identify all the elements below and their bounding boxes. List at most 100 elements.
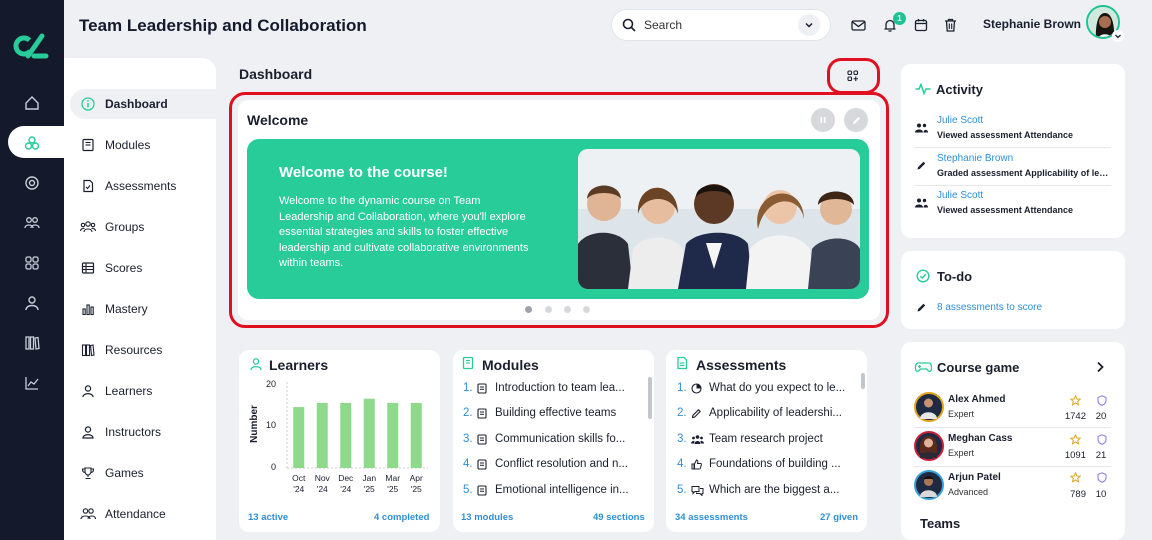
modules-scrollbar[interactable]	[648, 377, 652, 419]
module-item[interactable]: 5. Emotional intelligence in...	[463, 484, 629, 496]
bar-apr-25[interactable]	[410, 402, 422, 468]
subnav-item-modules[interactable]: Modules	[70, 130, 216, 160]
customize-widgets-button[interactable]	[836, 64, 870, 88]
activity-user[interactable]: Julie Scott	[937, 115, 983, 126]
subnav-item-groups[interactable]: Groups	[70, 212, 216, 242]
learners-completed-link[interactable]: 4 completed	[374, 512, 429, 523]
mail-icon[interactable]	[849, 16, 867, 34]
carousel-dot-1[interactable]	[525, 306, 532, 313]
module-title: Introduction to team lea...	[495, 382, 625, 394]
modules-count-link[interactable]: 13 modules	[461, 512, 513, 523]
gamepad-icon	[915, 362, 932, 373]
player-name[interactable]: Meghan Cass	[948, 433, 1012, 444]
subnav-item-dashboard[interactable]: Dashboard	[70, 89, 216, 119]
bar-dec-24[interactable]	[340, 402, 352, 468]
bar-mar-25[interactable]	[387, 402, 399, 468]
subnav-label: Assessments	[105, 179, 177, 193]
pause-button[interactable]	[811, 108, 835, 132]
subnav-label: Attendance	[105, 507, 166, 521]
bars-icon	[80, 301, 96, 317]
bar-nov-24[interactable]	[316, 402, 328, 468]
app-logo-icon[interactable]	[12, 30, 52, 62]
subnav-label: Groups	[105, 220, 145, 234]
team-icon	[691, 434, 705, 445]
book-icon	[477, 407, 491, 419]
person-icon[interactable]	[20, 291, 44, 315]
activity-divider	[914, 185, 1111, 186]
calendar-icon[interactable]	[912, 16, 930, 34]
module-item[interactable]: 1. Introduction to team lea...	[463, 382, 625, 394]
chart-icon[interactable]	[20, 371, 44, 395]
chevron-down-icon[interactable]	[798, 14, 820, 36]
modules-title: Modules	[482, 357, 539, 373]
item-number: 5.	[463, 484, 473, 496]
book-icon	[462, 356, 474, 370]
player-points: 789	[1070, 489, 1086, 500]
banner-text: Welcome to the dynamic course on Team Le…	[279, 195, 529, 269]
assessments-scrollbar[interactable]	[861, 373, 865, 389]
grid-icon[interactable]	[20, 251, 44, 275]
player-name[interactable]: Alex Ahmed	[948, 394, 1005, 405]
subnav-item-attendance[interactable]: Attendance	[70, 499, 216, 529]
edit-button[interactable]	[844, 108, 868, 132]
assessment-item[interactable]: 5. Which are the biggest a...	[677, 484, 839, 496]
assessments-count-link[interactable]: 34 assessments	[675, 512, 748, 523]
module-item[interactable]: 2. Building effective teams	[463, 407, 616, 419]
carousel-dot-4[interactable]	[583, 306, 590, 313]
subnav-item-assessments[interactable]: Assessments	[70, 171, 216, 201]
sections-count-link[interactable]: 49 sections	[593, 512, 645, 523]
subnav-item-scores[interactable]: Scores	[70, 253, 216, 283]
app-title: Team Leadership and Collaboration	[79, 16, 367, 35]
library-icon[interactable]	[20, 331, 44, 355]
activity-user[interactable]: Julie Scott	[937, 190, 983, 201]
instructor-icon	[80, 424, 96, 440]
bar-jan-25[interactable]	[363, 398, 375, 468]
assessment-item[interactable]: 4. Foundations of building ...	[677, 458, 841, 470]
banner-photo	[578, 149, 860, 289]
avatar-chevron-icon[interactable]	[1112, 30, 1124, 42]
assessment-item[interactable]: 1. What do you expect to le...	[677, 382, 845, 394]
subnav-item-games[interactable]: Games	[70, 458, 216, 488]
player-avatar	[914, 392, 944, 422]
x-tick-label: Apr	[410, 473, 423, 483]
search-input[interactable]: Search	[612, 10, 830, 40]
todo-card	[901, 251, 1125, 329]
activity-user[interactable]: Stephanie Brown	[937, 153, 1013, 164]
left-rail	[0, 0, 66, 540]
assessment-item[interactable]: 3. Team research project	[677, 433, 823, 445]
home-icon[interactable]	[20, 91, 44, 115]
resources-icon	[80, 342, 96, 358]
subnav-item-resources[interactable]: Resources	[70, 335, 216, 365]
bar-oct-24[interactable]	[293, 407, 305, 468]
player-divider	[914, 427, 1111, 428]
carousel-dot-3[interactable]	[564, 306, 571, 313]
shield-icon	[1097, 434, 1107, 445]
carousel-dot-2[interactable]	[545, 306, 552, 313]
player-name[interactable]: Arjun Patel	[948, 472, 1001, 483]
module-item[interactable]: 3. Communication skills fo...	[463, 433, 625, 445]
assessment-title: Team research project	[709, 433, 823, 445]
chevron-right-icon[interactable]	[1095, 361, 1105, 373]
activity-desc: Graded assessment Applicability of leade…	[937, 168, 1111, 178]
item-number: 1.	[677, 382, 687, 394]
user-name[interactable]: Stephanie Brown	[983, 17, 1081, 31]
learners-active-link[interactable]: 13 active	[248, 512, 288, 523]
pencil-icon	[914, 158, 928, 172]
module-item[interactable]: 4. Conflict resolution and n...	[463, 458, 628, 470]
subnav-item-learners[interactable]: Learners	[70, 376, 216, 406]
assessment-item[interactable]: 2. Applicability of leadershi...	[677, 407, 842, 419]
groups-icon	[80, 219, 96, 235]
trash-icon[interactable]	[941, 16, 959, 34]
item-number: 1.	[463, 382, 473, 394]
target-icon[interactable]	[20, 171, 44, 195]
subnav-item-mastery[interactable]: Mastery	[70, 294, 216, 324]
courses-icon[interactable]	[20, 131, 44, 155]
subnav-item-instructors[interactable]: Instructors	[70, 417, 216, 447]
pencil-icon	[914, 300, 928, 314]
given-count-link[interactable]: 27 given	[820, 512, 858, 523]
todo-title: To-do	[937, 269, 973, 284]
users-icon[interactable]	[20, 211, 44, 235]
chart-ylabel: Number	[249, 405, 260, 443]
todo-item-link[interactable]: 8 assessments to score	[937, 302, 1042, 313]
activity-desc: Viewed assessment Attendance	[937, 130, 1074, 140]
